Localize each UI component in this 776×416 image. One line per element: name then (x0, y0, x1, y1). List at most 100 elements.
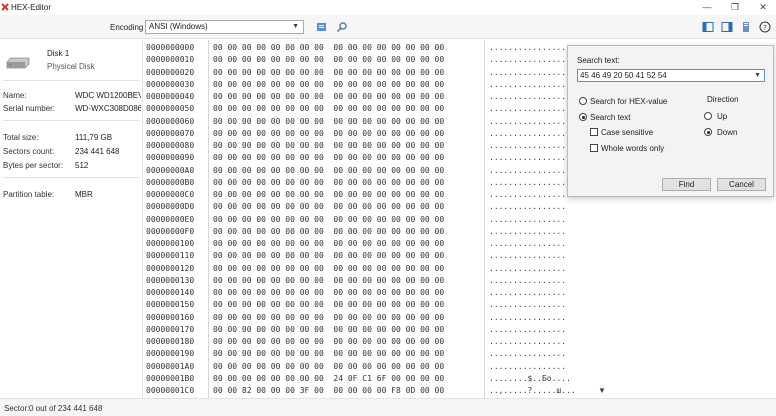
row-ascii[interactable]: ................ (489, 361, 566, 373)
hex-row[interactable]: 0000000000 00 00 00 00 00 00 00 00 00 00 … (144, 42, 596, 54)
row-ascii[interactable]: ................ (489, 67, 566, 79)
row-ascii[interactable]: ................ (489, 79, 566, 91)
row-hex-bytes[interactable]: 00 00 00 00 00 00 00 00 00 00 00 00 00 0… (213, 128, 444, 140)
row-address[interactable]: 0000000070 (146, 128, 194, 140)
row-address[interactable]: 0000000030 (146, 79, 194, 91)
row-ascii[interactable]: ................ (489, 299, 566, 311)
close-icon[interactable]: ✕ (752, 0, 774, 15)
hex-row[interactable]: 0000000070 00 00 00 00 00 00 00 00 00 00 … (144, 128, 596, 140)
row-address[interactable]: 0000000020 (146, 67, 194, 79)
hex-row[interactable]: 00000000D0 00 00 00 00 00 00 00 00 00 00 … (144, 201, 596, 213)
row-hex-bytes[interactable]: 00 00 00 00 00 00 00 00 00 00 00 00 00 0… (213, 348, 444, 360)
row-ascii[interactable]: ................ (489, 214, 566, 226)
encoding-select[interactable]: ANSI (Windows) ▼ (145, 20, 304, 34)
row-address[interactable]: 0000000160 (146, 312, 194, 324)
hex-row[interactable]: 0000000170 00 00 00 00 00 00 00 00 00 00 … (144, 324, 596, 336)
direction-up-radio[interactable] (704, 112, 712, 120)
hex-view[interactable]: ▼ 0000000000 00 00 00 00 00 00 00 00 00 0… (144, 40, 606, 398)
row-hex-bytes[interactable]: 00 00 00 00 00 00 00 00 00 00 00 00 00 0… (213, 336, 444, 348)
search-icon[interactable] (336, 21, 348, 33)
row-address[interactable]: 0000000110 (146, 250, 194, 262)
row-ascii[interactable]: ........$..Бo.... (489, 373, 571, 385)
row-hex-bytes[interactable]: 00 00 00 00 00 00 00 00 00 00 00 00 00 0… (213, 287, 444, 299)
hex-row[interactable]: 0000000100 00 00 00 00 00 00 00 00 00 00 … (144, 238, 596, 250)
row-hex-bytes[interactable]: 00 00 82 00 00 00 3F 00 00 00 00 00 F8 0… (213, 385, 444, 397)
case-sensitive-checkbox[interactable] (590, 128, 598, 136)
row-address[interactable]: 0000000140 (146, 287, 194, 299)
search-hex-label[interactable]: Search for HEX-value (590, 97, 667, 106)
row-ascii[interactable]: ................ (489, 336, 566, 348)
hex-row[interactable]: 0000000050 00 00 00 00 00 00 00 00 00 00 … (144, 103, 596, 115)
row-address[interactable]: 0000000040 (146, 91, 194, 103)
row-ascii[interactable]: ................ (489, 54, 566, 66)
row-hex-bytes[interactable]: 00 00 00 00 00 00 00 00 00 00 00 00 00 0… (213, 54, 444, 66)
row-ascii[interactable]: ................ (489, 128, 566, 140)
row-hex-bytes[interactable]: 00 00 00 00 00 00 00 00 00 00 00 00 00 0… (213, 152, 444, 164)
row-address[interactable]: 00000000D0 (146, 201, 194, 213)
hex-row[interactable]: 0000000040 00 00 00 00 00 00 00 00 00 00 … (144, 91, 596, 103)
row-address[interactable]: 0000000130 (146, 275, 194, 287)
find-button[interactable]: Find (662, 178, 711, 191)
row-ascii[interactable]: ................ (489, 287, 566, 299)
hex-row[interactable]: 0000000030 00 00 00 00 00 00 00 00 00 00 … (144, 79, 596, 91)
hex-row[interactable]: 00000000E0 00 00 00 00 00 00 00 00 00 00 … (144, 214, 596, 226)
row-ascii[interactable]: ................ (489, 250, 566, 262)
row-address[interactable]: 0000000000 (146, 42, 194, 54)
row-hex-bytes[interactable]: 00 00 00 00 00 00 00 00 00 00 00 00 00 0… (213, 275, 444, 287)
cancel-button[interactable]: Cancel (717, 178, 766, 191)
row-address[interactable]: 0000000080 (146, 140, 194, 152)
row-ascii[interactable]: ................ (489, 165, 566, 177)
row-hex-bytes[interactable]: 00 00 00 00 00 00 00 00 24 0F C1 6F 00 0… (213, 373, 444, 385)
row-ascii[interactable]: ..,.....?.....ш... (489, 385, 576, 397)
row-hex-bytes[interactable]: 00 00 00 00 00 00 00 00 00 00 00 00 00 0… (213, 201, 444, 213)
hex-row[interactable]: 0000000180 00 00 00 00 00 00 00 00 00 00 … (144, 336, 596, 348)
hex-row[interactable]: 0000000080 00 00 00 00 00 00 00 00 00 00 … (144, 140, 596, 152)
row-hex-bytes[interactable]: 00 00 00 00 00 00 00 00 00 00 00 00 00 0… (213, 312, 444, 324)
hex-row[interactable]: 00000000C0 00 00 00 00 00 00 00 00 00 00 … (144, 189, 596, 201)
row-hex-bytes[interactable]: 00 00 00 00 00 00 00 00 00 00 00 00 00 0… (213, 67, 444, 79)
row-address[interactable]: 0000000190 (146, 348, 194, 360)
row-hex-bytes[interactable]: 00 00 00 00 00 00 00 00 00 00 00 00 00 0… (213, 263, 444, 275)
row-address[interactable]: 0000000120 (146, 263, 194, 275)
direction-up-label[interactable]: Up (717, 112, 727, 121)
row-hex-bytes[interactable]: 00 00 00 00 00 00 00 00 00 00 00 00 00 0… (213, 324, 444, 336)
hex-row[interactable]: 0000000090 00 00 00 00 00 00 00 00 00 00 … (144, 152, 596, 164)
row-address[interactable]: 0000000010 (146, 54, 194, 66)
row-address[interactable]: 00000001C0 (146, 385, 194, 397)
case-sensitive-label[interactable]: Case sensitive (601, 128, 653, 137)
hex-row[interactable]: 00000000F0 00 00 00 00 00 00 00 00 00 00 … (144, 226, 596, 238)
row-address[interactable]: 0000000100 (146, 238, 194, 250)
row-address[interactable]: 00000000C0 (146, 189, 194, 201)
hex-row[interactable]: 0000000150 00 00 00 00 00 00 00 00 00 00 … (144, 299, 596, 311)
search-input[interactable]: 45 46 49 20 50 41 52 54 ▼ (577, 69, 765, 82)
row-hex-bytes[interactable]: 00 00 00 00 00 00 00 00 00 00 00 00 00 0… (213, 116, 444, 128)
row-ascii[interactable]: ................ (489, 226, 566, 238)
disk-info-icon[interactable] (740, 21, 752, 33)
help-icon[interactable]: ? (759, 21, 771, 33)
scroll-down-icon[interactable]: ▼ (598, 386, 606, 395)
row-address[interactable]: 0000000150 (146, 299, 194, 311)
row-ascii[interactable]: ................ (489, 275, 566, 287)
search-text-option-label[interactable]: Search text (590, 113, 630, 122)
row-address[interactable]: 0000000180 (146, 336, 194, 348)
row-hex-bytes[interactable]: 00 00 00 00 00 00 00 00 00 00 00 00 00 0… (213, 140, 444, 152)
row-ascii[interactable]: ................ (489, 177, 566, 189)
hex-row[interactable]: 0000000010 00 00 00 00 00 00 00 00 00 00 … (144, 54, 596, 66)
hex-row[interactable]: 0000000060 00 00 00 00 00 00 00 00 00 00 … (144, 116, 596, 128)
row-address[interactable]: 00000000B0 (146, 177, 194, 189)
row-ascii[interactable]: ................ (489, 238, 566, 250)
hex-row[interactable]: 00000001C0 00 00 82 00 00 00 3F 00 00 00 … (144, 385, 596, 397)
row-address[interactable]: 0000000050 (146, 103, 194, 115)
row-hex-bytes[interactable]: 00 00 00 00 00 00 00 00 00 00 00 00 00 0… (213, 361, 444, 373)
chevron-down-icon[interactable]: ▼ (754, 70, 761, 81)
row-hex-bytes[interactable]: 00 00 00 00 00 00 00 00 00 00 00 00 00 0… (213, 299, 444, 311)
whole-words-checkbox[interactable] (590, 144, 598, 152)
row-hex-bytes[interactable]: 00 00 00 00 00 00 00 00 00 00 00 00 00 0… (213, 238, 444, 250)
row-hex-bytes[interactable]: 00 00 00 00 00 00 00 00 00 00 00 00 00 0… (213, 91, 444, 103)
row-ascii[interactable]: ................ (489, 189, 566, 201)
hex-row[interactable]: 0000000160 00 00 00 00 00 00 00 00 00 00 … (144, 312, 596, 324)
row-hex-bytes[interactable]: 00 00 00 00 00 00 00 00 00 00 00 00 00 0… (213, 177, 444, 189)
row-address[interactable]: 0000000090 (146, 152, 194, 164)
right-panel-icon[interactable] (721, 21, 733, 33)
restore-icon[interactable]: ❐ (724, 0, 746, 15)
